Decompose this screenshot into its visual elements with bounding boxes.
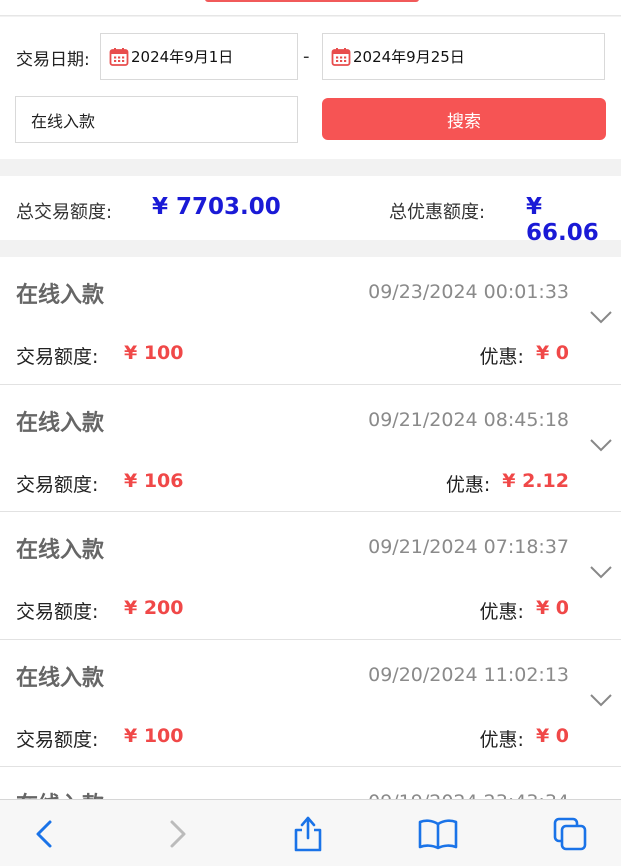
- totals-bar: 总交易额度: ¥ 7703.00 总优惠额度: ¥ 66.06: [0, 176, 621, 246]
- total-amount-label: 总交易额度:: [16, 202, 113, 223]
- record-discount-value: ¥ 0: [535, 342, 569, 364]
- forward-icon[interactable]: [158, 814, 198, 854]
- record-title: 在线入款: [16, 410, 105, 436]
- browser-toolbar: [0, 799, 621, 866]
- record-amount-label: 交易额度:: [16, 601, 99, 623]
- record-discount-value: ¥ 0: [535, 724, 569, 747]
- start-date-value: 2024年9月1日: [131, 48, 234, 66]
- record-amount-label: 交易额度:: [16, 728, 99, 751]
- record-discount: 优惠: ¥ 0: [480, 342, 569, 369]
- total-amount-value: ¥ 7703.00: [152, 194, 281, 220]
- transaction-type-select[interactable]: 在线入款: [15, 96, 298, 143]
- top-tab-strip: [0, 0, 621, 16]
- chevron-down-icon[interactable]: [589, 309, 613, 325]
- tabs-icon[interactable]: [550, 814, 590, 854]
- record-title: 在线入款: [16, 283, 105, 308]
- transaction-type-value: 在线入款: [31, 111, 96, 131]
- record-discount-value: ¥ 2.12: [502, 469, 569, 492]
- date-label: 交易日期:: [16, 50, 90, 70]
- record-discount-value: ¥ 0: [535, 597, 569, 619]
- record-discount-label: 优惠:: [445, 473, 491, 496]
- calendar-icon: [109, 47, 129, 67]
- record-amount-value: ¥ 100: [124, 342, 184, 364]
- record-amount-label: 交易额度:: [16, 473, 99, 496]
- end-date-value: 2024年9月25日: [353, 48, 465, 66]
- record-time: 09/21/2024 07:18:37: [368, 536, 569, 558]
- share-icon[interactable]: [288, 814, 328, 854]
- chevron-down-icon[interactable]: [589, 564, 613, 580]
- transaction-list: 在线入款 09/23/2024 00:01:33 交易额度: ¥ 100 优惠:…: [0, 257, 621, 866]
- start-date-field[interactable]: 2024年9月1日: [100, 33, 298, 80]
- total-discount-label: 总优惠额度:: [389, 202, 486, 223]
- record-time: 09/23/2024 00:01:33: [368, 281, 569, 303]
- record-amount-value: ¥ 200: [124, 597, 184, 619]
- record-amount-label: 交易额度:: [16, 346, 99, 368]
- record-discount-label: 优惠:: [479, 346, 524, 368]
- record-discount: 优惠: ¥ 0: [480, 597, 569, 624]
- transaction-row[interactable]: 在线入款 09/21/2024 07:18:37 交易额度: ¥ 200 优惠:…: [0, 512, 621, 640]
- chevron-down-icon[interactable]: [589, 437, 613, 453]
- record-amount-value: ¥ 106: [124, 469, 184, 492]
- record-amount-value: ¥ 100: [124, 724, 184, 747]
- bookmarks-icon[interactable]: [418, 814, 458, 854]
- chevron-down-icon[interactable]: [589, 692, 613, 708]
- filter-panel: 交易日期: 2024年9月1日 - 2024年9月25日 在线入款 搜索: [0, 17, 621, 159]
- calendar-icon: [331, 47, 351, 67]
- transaction-row[interactable]: 在线入款 09/21/2024 08:45:18 交易额度: ¥ 106 优惠:…: [0, 384, 621, 512]
- transaction-row[interactable]: 在线入款 09/23/2024 00:01:33 交易额度: ¥ 100 优惠:…: [0, 257, 621, 385]
- end-date-field[interactable]: 2024年9月25日: [322, 33, 605, 80]
- date-separator: -: [303, 46, 310, 67]
- back-icon[interactable]: [24, 814, 64, 854]
- search-button[interactable]: 搜索: [322, 98, 606, 140]
- record-time: 09/20/2024 11:02:13: [368, 663, 569, 686]
- record-discount: 优惠: ¥ 0: [480, 725, 569, 752]
- total-discount-value: ¥ 66.06: [526, 194, 599, 246]
- record-discount-label: 优惠:: [479, 728, 524, 751]
- record-title: 在线入款: [16, 538, 105, 563]
- record-discount: 优惠: ¥ 2.12: [446, 470, 569, 497]
- record-discount-label: 优惠:: [479, 601, 524, 623]
- active-tab-indicator: [205, 0, 419, 2]
- record-time: 09/21/2024 08:45:18: [368, 408, 569, 431]
- record-title: 在线入款: [16, 665, 105, 691]
- transaction-row[interactable]: 在线入款 09/20/2024 11:02:13 交易额度: ¥ 100 优惠:…: [0, 639, 621, 767]
